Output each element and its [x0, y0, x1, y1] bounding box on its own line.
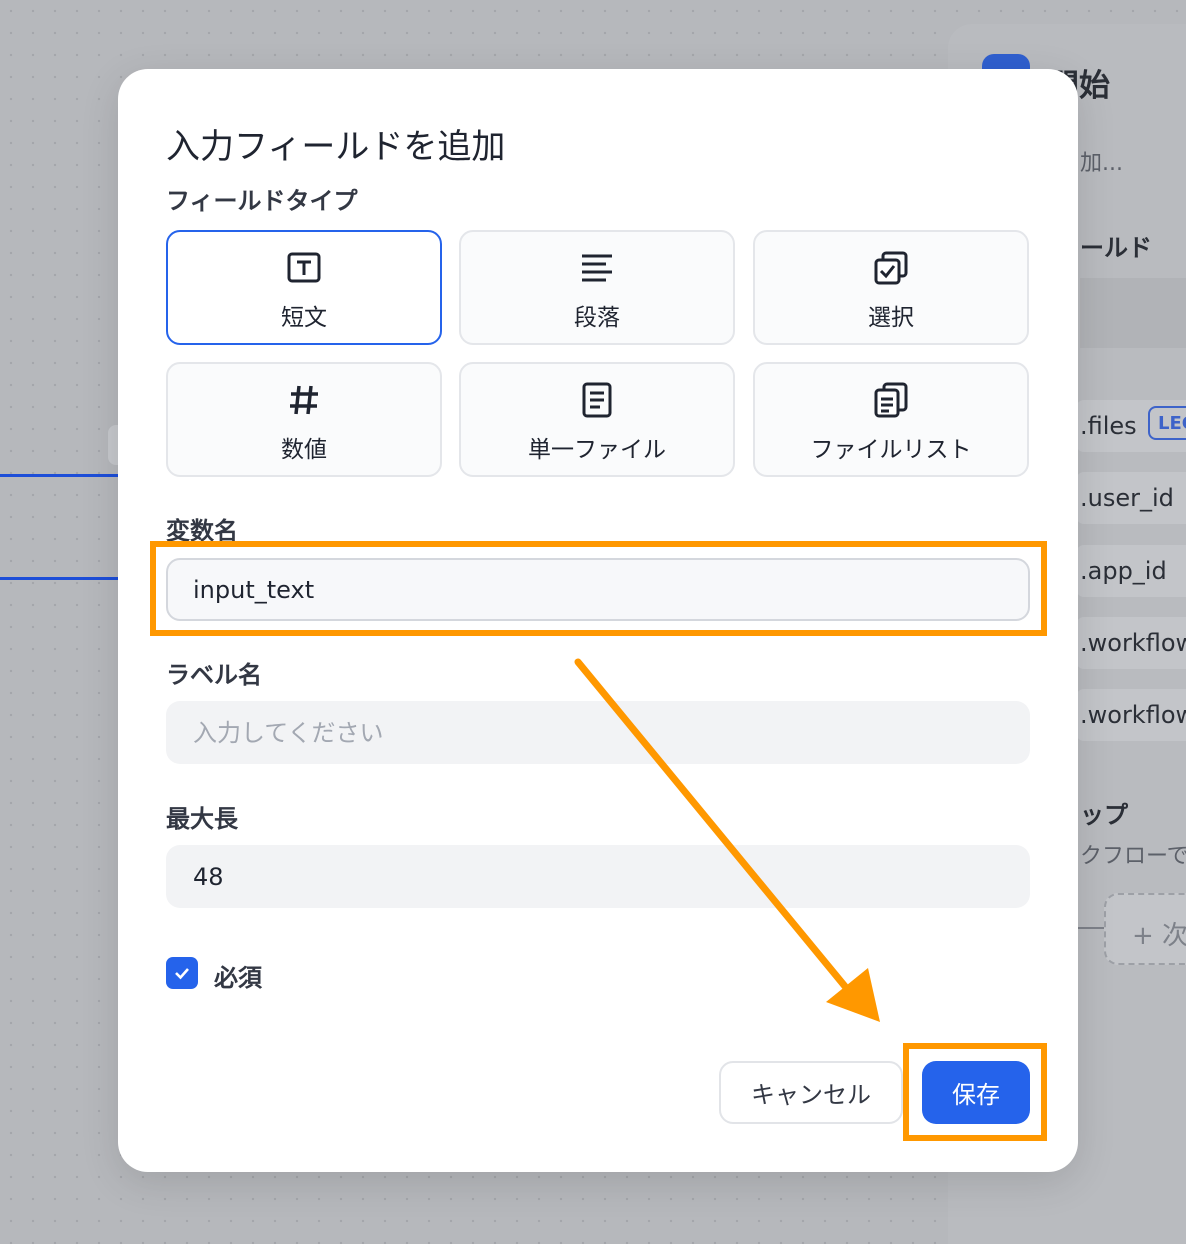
- arrow-annotation: [574, 658, 880, 1022]
